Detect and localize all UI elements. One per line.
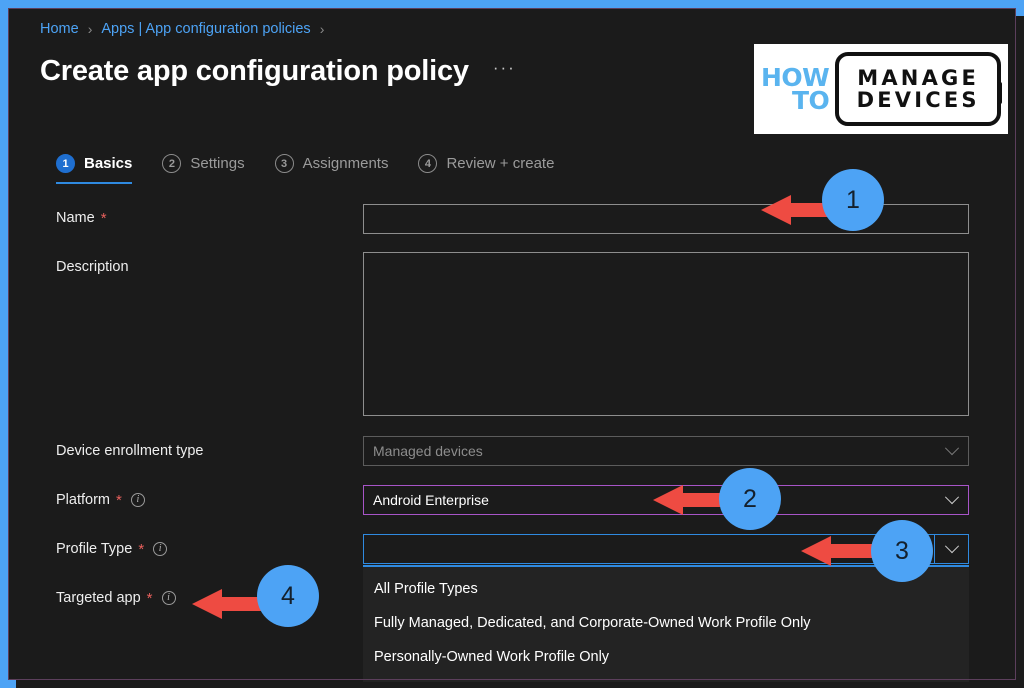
breadcrumb: Home › Apps | App configuration policies… [40, 18, 333, 40]
profile-type-required-marker: * [138, 540, 145, 558]
profile-type-label-text: Profile Type [56, 541, 133, 557]
browser-frame: Home › Apps | App configuration policies… [0, 0, 1024, 688]
name-label: Name * [56, 210, 107, 226]
info-icon[interactable]: i [161, 591, 176, 605]
description-label-text: Description [56, 259, 129, 275]
chevron-down-icon[interactable] [935, 534, 969, 564]
tab-assignments-label: Assignments [302, 155, 389, 172]
platform-value: Android Enterprise [373, 492, 489, 508]
page-title: Create app configuration policy [40, 55, 469, 87]
device-enrollment-type-label-text: Device enrollment type [56, 443, 204, 459]
device-enrollment-type-value: Managed devices [373, 443, 483, 459]
tab-basics[interactable]: 1 Basics [56, 154, 133, 184]
description-label: Description [56, 259, 129, 275]
dropdown-option-personally-owned[interactable]: Personally-Owned Work Profile Only [363, 640, 969, 674]
targeted-app-label-text: Targeted app [56, 590, 141, 606]
platform-required-marker: * [116, 491, 122, 509]
profile-type-label: Profile Type * i [56, 540, 168, 558]
tab-basics-number: 1 [56, 154, 75, 173]
azure-portal-blade: Home › Apps | App configuration policies… [16, 16, 1024, 688]
breadcrumb-separator-icon: › [87, 21, 93, 37]
more-options-icon[interactable]: ··· [493, 48, 516, 94]
annotation-badge-1: 1 [822, 169, 884, 231]
phone-outline-icon: MANAGE DEVICES [835, 52, 1002, 126]
logo-manage-text: MANAGE [857, 65, 980, 90]
platform-label-text: Platform [56, 492, 110, 508]
description-field-wrap [363, 252, 969, 421]
tab-assignments-number: 3 [274, 154, 294, 173]
profile-type-option-list: All Profile Types Fully Managed, Dedicat… [363, 565, 969, 682]
info-icon[interactable]: i [153, 542, 168, 556]
annotation-badge-3: 3 [871, 520, 933, 582]
dropdown-option-fully-managed[interactable]: Fully Managed, Dedicated, and Corporate-… [363, 606, 969, 640]
annotation-badge-2: 2 [719, 468, 781, 530]
device-enrollment-type-dropdown: Managed devices [363, 436, 969, 466]
tab-review-create-label: Review + create [446, 155, 555, 172]
breadcrumb-item-home[interactable]: Home [40, 21, 79, 37]
dropdown-option-all-profile-types[interactable]: All Profile Types [363, 572, 969, 606]
name-required-marker: * [100, 209, 107, 227]
tab-review-create[interactable]: 4 Review + create [418, 154, 554, 184]
tab-settings-label: Settings [190, 155, 245, 172]
targeted-app-label: Targeted app * i [56, 590, 176, 606]
logo-devices-text: DEVICES [856, 88, 980, 112]
chevron-down-icon [936, 437, 968, 465]
tab-assignments[interactable]: 3 Assignments [274, 154, 389, 184]
platform-label: Platform * i [56, 492, 145, 508]
device-enrollment-type-label: Device enrollment type [56, 443, 204, 459]
info-icon[interactable]: i [130, 493, 145, 507]
tab-review-create-number: 4 [418, 154, 438, 173]
breadcrumb-item-apps[interactable]: Apps | App configuration policies [101, 21, 310, 37]
logo-howto-text: HOW TO [761, 65, 830, 115]
annotation-badge-4: 4 [257, 565, 319, 627]
breadcrumb-separator-icon-2: › [319, 21, 325, 37]
logo-inner: HOW TO MANAGE DEVICES [754, 44, 1008, 134]
device-enrollment-type-field-wrap: Managed devices [363, 436, 969, 466]
tab-settings[interactable]: 2 Settings [162, 154, 245, 184]
tab-settings-number: 2 [162, 154, 182, 173]
targeted-app-required-marker: * [146, 589, 153, 607]
title-row: Create app configuration policy ··· [40, 48, 516, 94]
description-textarea[interactable] [363, 252, 969, 416]
logo-to-text: TO [791, 86, 830, 115]
chevron-down-icon[interactable] [936, 486, 968, 514]
name-label-text: Name [56, 210, 95, 226]
tab-basics-label: Basics [84, 155, 133, 172]
howtomanagedevices-logo: HOW TO MANAGE DEVICES [745, 36, 1017, 142]
wizard-tabs: 1 Basics 2 Settings 3 Assignments 4 Revi… [56, 154, 554, 184]
